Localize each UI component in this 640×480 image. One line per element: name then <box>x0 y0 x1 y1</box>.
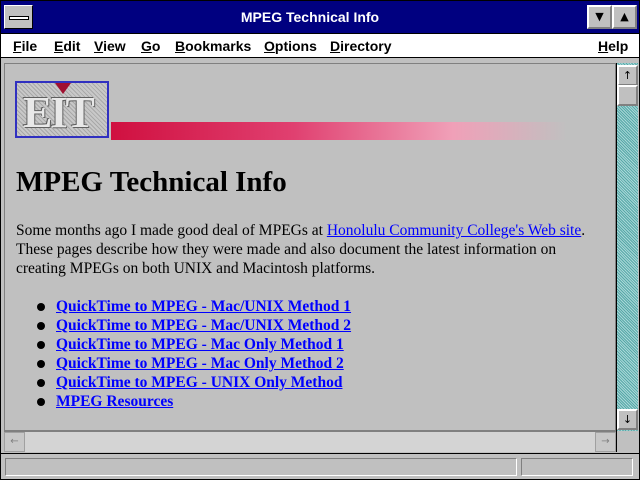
status-text <box>5 458 517 476</box>
menu-help-label: Help <box>598 38 629 54</box>
honolulu-link[interactable]: Honolulu Community College's Web site <box>327 222 581 239</box>
menu-file-label: File <box>13 38 38 54</box>
menu-go[interactable]: Go <box>141 38 160 54</box>
menu-directory[interactable]: Directory <box>330 38 391 54</box>
scroll-up-button[interactable]: ↑ <box>617 65 638 86</box>
eit-logo[interactable]: EIT <box>15 81 109 138</box>
menu-edit-label: Edit <box>54 38 81 54</box>
bullet-icon <box>37 398 45 406</box>
header-rule <box>111 122 567 140</box>
intro-paragraph: Some months ago I made good deal of MPEG… <box>16 221 606 278</box>
menu-edit[interactable]: Edit <box>54 38 80 54</box>
link-mac-only-1[interactable]: QuickTime to MPEG - Mac Only Method 1 <box>56 336 344 354</box>
link-mac-unix-2[interactable]: QuickTime to MPEG - Mac/UNIX Method 2 <box>56 317 351 335</box>
system-menu-icon <box>9 16 29 20</box>
link-mac-only-2[interactable]: QuickTime to MPEG - Mac Only Method 2 <box>56 355 344 373</box>
bullet-icon <box>37 360 45 368</box>
scroll-corner <box>616 431 638 452</box>
menu-file[interactable]: File <box>13 38 37 54</box>
status-bar <box>1 453 639 479</box>
link-mpeg-resources[interactable]: MPEG Resources <box>56 393 173 411</box>
menu-directory-label: Directory <box>330 38 392 54</box>
menu-view[interactable]: View <box>94 38 126 54</box>
system-menu-button[interactable] <box>4 5 33 29</box>
scroll-left-button[interactable]: ← <box>4 432 25 452</box>
menu-go-label: Go <box>141 38 161 54</box>
maximize-button[interactable]: ▲ <box>612 5 637 29</box>
vertical-scrollbar[interactable]: ↑ ↓ <box>616 63 638 431</box>
menu-options-label: Options <box>264 38 317 54</box>
menu-bookmarks[interactable]: Bookmarks <box>175 38 251 54</box>
link-unix-only[interactable]: QuickTime to MPEG - UNIX Only Method <box>56 374 342 392</box>
menu-view-label: View <box>94 38 126 54</box>
bullet-icon <box>37 303 45 311</box>
menu-help[interactable]: Help <box>598 38 628 54</box>
bullet-icon <box>37 379 45 387</box>
bullet-icon <box>37 341 45 349</box>
page-content: EIT MPEG Technical Info Some months ago … <box>4 63 616 431</box>
progress-indicator <box>521 458 633 476</box>
menu-bar: File Edit View Go Bookmarks Options Dire… <box>1 34 639 58</box>
page-title: MPEG Technical Info <box>16 166 287 198</box>
horizontal-scrollbar[interactable]: ← → <box>4 431 616 452</box>
window-title: MPEG Technical Info <box>240 9 380 25</box>
minimize-button[interactable]: ▼ <box>587 5 612 29</box>
menu-bookmarks-label: Bookmarks <box>175 38 252 54</box>
menu-options[interactable]: Options <box>264 38 317 54</box>
link-mac-unix-1[interactable]: QuickTime to MPEG - Mac/UNIX Method 1 <box>56 298 351 316</box>
title-bar[interactable]: MPEG Technical Info ▼ ▲ <box>1 1 639 34</box>
logo-text: EIT <box>23 88 95 137</box>
bullet-icon <box>37 322 45 330</box>
scroll-thumb[interactable] <box>617 85 638 106</box>
intro-text-1: Some months ago I made good deal of MPEG… <box>16 222 327 239</box>
scroll-down-button[interactable]: ↓ <box>617 409 638 430</box>
scroll-right-button[interactable]: → <box>595 432 616 452</box>
logo-triangle-icon <box>55 83 71 94</box>
browser-window: MPEG Technical Info ▼ ▲ File Edit View G… <box>0 0 640 480</box>
